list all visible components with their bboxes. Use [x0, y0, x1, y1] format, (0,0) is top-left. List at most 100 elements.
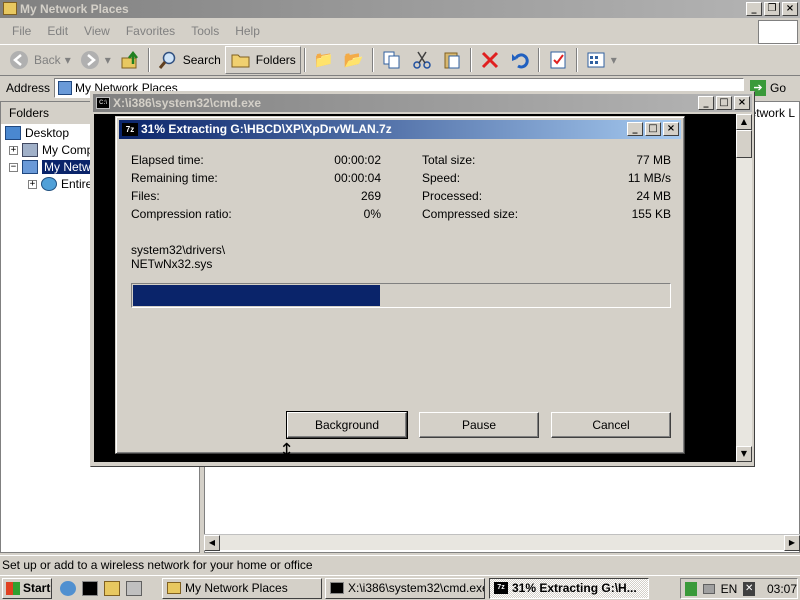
- back-button[interactable]: Back ▾: [4, 46, 75, 74]
- scroll-up-button[interactable]: ▲: [736, 114, 752, 130]
- close-button[interactable]: ×: [734, 96, 750, 110]
- explorer-title-bar[interactable]: My Network Places _ ❐ ×: [0, 0, 800, 18]
- toolbar-separator: [371, 48, 374, 72]
- scroll-right-button[interactable]: ▶: [784, 535, 800, 551]
- clock[interactable]: 03:07: [767, 582, 797, 596]
- pause-button[interactable]: Pause: [419, 412, 539, 438]
- maximize-button[interactable]: □: [645, 122, 661, 136]
- back-label: Back: [34, 53, 61, 67]
- horizontal-scrollbar[interactable]: ◀ ▶: [204, 534, 800, 551]
- windows-logo-box: [758, 20, 798, 44]
- up-button[interactable]: [115, 46, 145, 74]
- progress-bar: [131, 283, 671, 308]
- close-button[interactable]: ×: [782, 2, 798, 16]
- task-my-network-places[interactable]: My Network Places: [162, 578, 322, 599]
- tray-app-icon[interactable]: ✕: [743, 581, 755, 596]
- explorer-title: My Network Places: [20, 2, 129, 16]
- task-7zip-extract[interactable]: 7z 31% Extracting G:\H...: [489, 578, 649, 599]
- go-label: Go: [770, 81, 787, 95]
- cmd-title-bar[interactable]: C:\ X:\i386\system32\cmd.exe _ □ ×: [93, 94, 752, 112]
- undo-button[interactable]: [505, 46, 535, 74]
- language-indicator[interactable]: EN: [721, 582, 738, 596]
- explorer-quicklaunch-icon[interactable]: [104, 581, 120, 596]
- processed-label: Processed:: [422, 189, 483, 203]
- remaining-value: 00:00:04: [334, 171, 381, 185]
- menu-edit[interactable]: Edit: [39, 24, 76, 38]
- menu-file[interactable]: File: [4, 24, 39, 38]
- restore-button[interactable]: ❐: [764, 2, 780, 16]
- vertical-scrollbar[interactable]: ▲ ▼: [736, 114, 752, 462]
- tree-label-desktop: Desktop: [25, 126, 70, 140]
- menu-favorites[interactable]: Favorites: [118, 24, 183, 38]
- computer-icon: [22, 143, 38, 157]
- compressed-size-label: Compressed size:: [422, 207, 519, 221]
- views-dropdown-icon[interactable]: ▾: [611, 53, 617, 67]
- properties-icon: [547, 49, 569, 71]
- scroll-left-button[interactable]: ◀: [204, 535, 220, 551]
- current-file: NETwNx32.sys: [131, 257, 213, 271]
- folders-icon: [230, 49, 252, 71]
- show-desktop-icon[interactable]: [126, 581, 142, 596]
- maximize-button[interactable]: □: [716, 96, 732, 110]
- expand-icon[interactable]: +: [28, 179, 37, 189]
- seven-zip-icon: 7z: [494, 582, 508, 594]
- search-label: Search: [182, 53, 221, 67]
- tree-item-desktop[interactable]: Desktop: [5, 126, 69, 140]
- go-button[interactable]: ➔ Go: [750, 80, 786, 96]
- speed-value: 11 MB/s: [627, 171, 671, 185]
- total-size-value: 77 MB: [636, 153, 671, 167]
- task-label: My Network Places: [185, 581, 288, 595]
- task-cmd[interactable]: X:\i386\system32\cmd.exe: [325, 578, 485, 599]
- properties-button[interactable]: [543, 46, 573, 74]
- menu-view[interactable]: View: [76, 24, 118, 38]
- search-button[interactable]: Search: [153, 46, 225, 74]
- cmd-quicklaunch-icon[interactable]: [82, 581, 98, 596]
- seven-zip-icon: 7z: [122, 123, 138, 136]
- minimize-button[interactable]: _: [746, 2, 762, 16]
- paste-button[interactable]: [437, 46, 467, 74]
- undo-icon: [509, 49, 531, 71]
- start-button[interactable]: Start: [2, 578, 52, 599]
- search-icon: [157, 49, 179, 71]
- views-icon: [585, 49, 607, 71]
- views-button[interactable]: ▾: [581, 46, 621, 74]
- back-dropdown-icon[interactable]: ▾: [65, 53, 71, 67]
- scroll-down-button[interactable]: ▼: [736, 446, 752, 462]
- network-tray-icon[interactable]: [685, 581, 697, 596]
- minimize-button[interactable]: _: [698, 96, 714, 110]
- globe-icon: [41, 177, 57, 191]
- expand-icon[interactable]: +: [9, 145, 18, 155]
- elapsed-label: Elapsed time:: [131, 153, 204, 167]
- forward-dropdown-icon[interactable]: ▾: [105, 53, 111, 67]
- delete-x-icon: [479, 49, 501, 71]
- copy-to-button[interactable]: 📂: [339, 46, 369, 74]
- scroll-thumb[interactable]: [736, 130, 752, 158]
- folders-label: Folders: [255, 53, 296, 67]
- folder-icon: [3, 2, 17, 15]
- dialog-title-bar[interactable]: 7z 31% Extracting G:\HBCD\XP\XpDrvWLAN.7…: [119, 120, 681, 139]
- menu-help[interactable]: Help: [227, 24, 268, 38]
- minimize-button[interactable]: _: [627, 122, 643, 136]
- delete-button[interactable]: [475, 46, 505, 74]
- files-value: 269: [360, 189, 381, 203]
- network-places-icon: [58, 81, 73, 95]
- toolbar-separator: [537, 48, 540, 72]
- background-button[interactable]: Background: [286, 411, 408, 439]
- internet-explorer-icon[interactable]: [60, 581, 76, 596]
- dialog-title: 31% Extracting G:\HBCD\XP\XpDrvWLAN.7z: [141, 122, 392, 136]
- windows-flag-icon: [6, 582, 20, 595]
- copy-button[interactable]: [377, 46, 407, 74]
- cut-button[interactable]: [407, 46, 437, 74]
- forward-button[interactable]: ▾: [75, 46, 115, 74]
- drive-tray-icon[interactable]: [702, 583, 715, 594]
- toolbar-separator: [575, 48, 578, 72]
- ratio-label: Compression ratio:: [131, 207, 232, 221]
- standard-toolbar: Back ▾ ▾ Search Folders �: [0, 44, 800, 76]
- menu-tools[interactable]: Tools: [183, 24, 227, 38]
- resize-cursor-icon: ↕: [279, 440, 295, 461]
- move-to-button[interactable]: 📁: [309, 46, 339, 74]
- collapse-icon[interactable]: −: [9, 162, 18, 172]
- close-button[interactable]: ×: [663, 122, 679, 136]
- cancel-button[interactable]: Cancel: [551, 412, 671, 438]
- folders-button[interactable]: Folders: [224, 46, 301, 74]
